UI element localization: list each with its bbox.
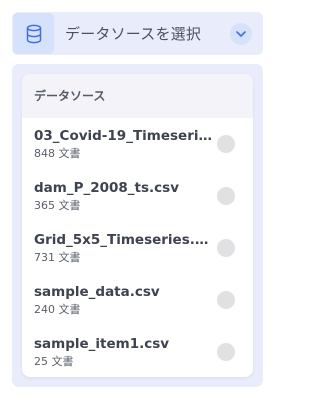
datasource-selector[interactable]: データソースを選択 <box>12 12 263 55</box>
datasource-name: dam_P_2008_ts.csv <box>34 180 180 196</box>
datasource-list: 03_Covid-19_Timeseries.... 848 文書 dam_P_… <box>22 118 253 377</box>
datasource-doc-count: 25 文書 <box>34 355 74 368</box>
selector-label: データソースを選択 <box>65 25 202 43</box>
radio-button[interactable] <box>217 343 235 361</box>
datasource-item[interactable]: sample_item1.csv 25 文書 <box>22 326 253 377</box>
datasource-item[interactable]: 03_Covid-19_Timeseries.... 848 文書 <box>22 118 253 170</box>
datasource-doc-count: 240 文書 <box>34 303 81 316</box>
list-title: データソース <box>34 89 106 103</box>
list-header: データソース <box>22 74 253 118</box>
datasource-name: 03_Covid-19_Timeseries.... <box>34 128 214 144</box>
datasource-list-card: データソース 03_Covid-19_Timeseries.... 848 文書… <box>22 74 253 377</box>
datasource-doc-count: 365 文書 <box>34 199 81 212</box>
datasource-doc-count: 848 文書 <box>34 147 81 160</box>
datasource-name: sample_data.csv <box>34 284 160 300</box>
chevron-down-icon[interactable] <box>230 23 252 45</box>
database-icon <box>13 13 54 54</box>
radio-button[interactable] <box>217 135 235 153</box>
datasource-name: sample_item1.csv <box>34 336 170 352</box>
datasource-item[interactable]: Grid_5x5_Timeseries.csv 731 文書 <box>22 222 253 274</box>
radio-button[interactable] <box>217 187 235 205</box>
datasource-dropdown-panel: データソース 03_Covid-19_Timeseries.... 848 文書… <box>12 64 263 387</box>
datasource-item[interactable]: sample_data.csv 240 文書 <box>22 274 253 326</box>
radio-button[interactable] <box>217 291 235 309</box>
radio-button[interactable] <box>217 239 235 257</box>
datasource-item[interactable]: dam_P_2008_ts.csv 365 文書 <box>22 170 253 222</box>
datasource-name: Grid_5x5_Timeseries.csv <box>34 232 214 248</box>
datasource-doc-count: 731 文書 <box>34 251 81 264</box>
